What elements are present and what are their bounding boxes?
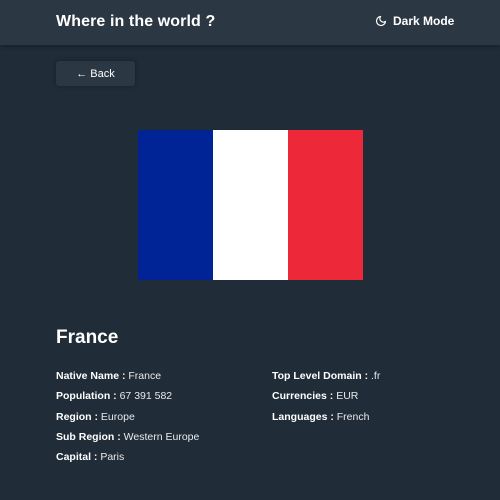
country-name: France [56,327,119,348]
detail-top-level-domain: Top Level Domain : .fr [272,366,380,386]
flag-stripe-blue [138,130,213,280]
back-label: Back [90,67,115,80]
flag-stripe-white [213,130,288,280]
detail-value: EUR [336,390,359,403]
detail-sub-region: Sub Region : Western Europe [56,427,199,447]
dark-mode-label: Dark Mode [393,14,455,28]
dark-mode-toggle[interactable]: Dark Mode [375,14,454,28]
details-right: Top Level Domain : .fr Currencies : EUR … [272,366,380,427]
detail-label: Population : [56,390,117,403]
detail-value: Paris [100,451,125,464]
detail-region: Region : Europe [56,407,199,427]
detail-label: Capital : [56,451,98,464]
detail-value: 67 391 582 [119,390,173,403]
flag-stripe-red [288,130,363,280]
back-button[interactable]: ← Back [56,61,135,86]
detail-capital: Capital : Paris [56,447,199,467]
detail-label: Sub Region : [56,430,121,443]
detail-label: Native Name : [56,370,126,382]
detail-native-name: Native Name : France [56,366,199,386]
details-left: Native Name : France Population : 67 391… [56,366,199,467]
app-title: Where in the world ? [56,13,216,30]
detail-label: Languages : [272,410,334,423]
detail-label: Currencies : [272,390,334,403]
detail-languages: Languages : French [272,407,380,427]
detail-label: Top Level Domain : [272,370,369,382]
detail-value: France [128,370,162,382]
detail-value: Western Europe [123,430,200,443]
detail-value: Europe [100,410,135,423]
detail-currencies: Currencies : EUR [272,386,380,406]
detail-label: Region : [56,410,98,423]
arrow-left-icon: ← [76,67,88,80]
country-flag [138,130,363,280]
detail-population: Population : 67 391 582 [56,386,199,406]
app-header: Where in the world ? Dark Mode [0,0,500,45]
detail-value: French [336,410,370,423]
detail-value: .fr [371,370,381,382]
moon-icon [375,15,387,27]
